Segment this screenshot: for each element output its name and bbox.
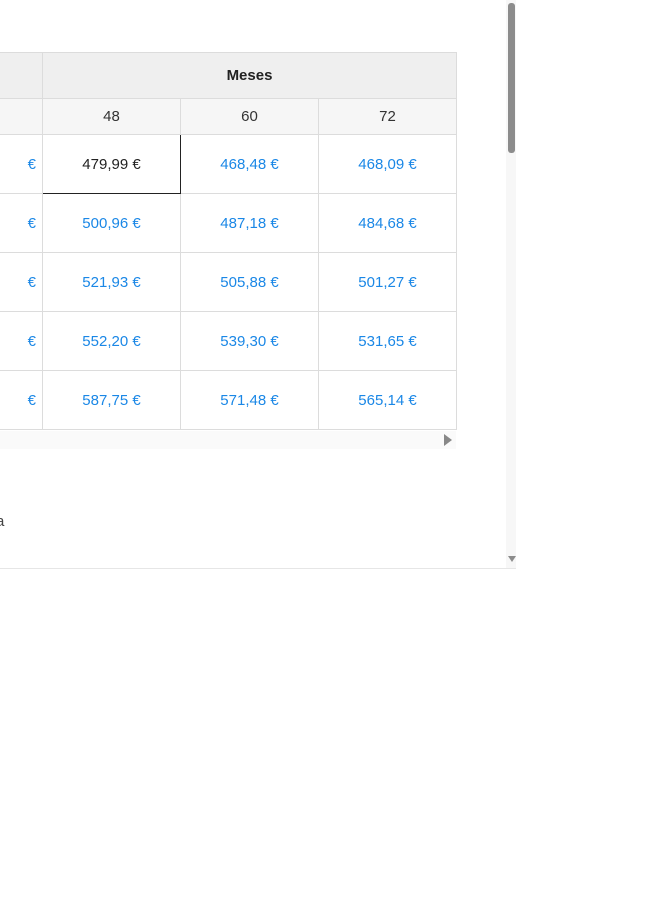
price-cell[interactable]: 531,65 € — [318, 311, 457, 371]
price-cell[interactable]: 505,88 € — [180, 252, 319, 312]
month-header-72: 72 — [318, 98, 457, 135]
price-cell[interactable]: 539,30 € — [180, 311, 319, 371]
note-text: a — [0, 513, 4, 530]
payment-table-container: Meses 48 60 72 € 479,99 € 468,48 € 468,0… — [0, 52, 457, 430]
vertical-scrollbar[interactable] — [506, 0, 516, 568]
cut-cell[interactable]: € — [0, 370, 43, 430]
price-cell[interactable]: 565,14 € — [318, 370, 457, 430]
cut-cell[interactable]: € — [0, 134, 43, 194]
horizontal-scrollbar[interactable] — [0, 431, 456, 449]
price-cell[interactable]: 521,93 € — [42, 252, 181, 312]
price-cell[interactable]: 500,96 € — [42, 193, 181, 253]
cut-cell[interactable]: € — [0, 252, 43, 312]
scrollbar-thumb[interactable] — [508, 3, 515, 153]
table-row: € 521,93 € 505,88 € 501,27 € — [0, 252, 457, 312]
arrow-right-icon[interactable] — [444, 434, 452, 446]
cut-cell[interactable]: € — [0, 193, 43, 253]
price-cell[interactable]: 552,20 € — [42, 311, 181, 371]
price-cell[interactable]: 487,18 € — [180, 193, 319, 253]
price-cell-selected[interactable]: 479,99 € — [42, 134, 181, 194]
table-row: € 479,99 € 468,48 € 468,09 € — [0, 134, 457, 194]
price-cell[interactable]: 501,27 € — [318, 252, 457, 312]
price-cell[interactable]: 571,48 € — [180, 370, 319, 430]
table-row: € 552,20 € 539,30 € 531,65 € — [0, 311, 457, 371]
pricing-panel: Meses 48 60 72 € 479,99 € 468,48 € 468,0… — [0, 0, 516, 569]
price-cell[interactable]: 484,68 € — [318, 193, 457, 253]
table-row: € 587,75 € 571,48 € 565,14 € — [0, 370, 457, 430]
table-row: € 500,96 € 487,18 € 484,68 € — [0, 193, 457, 253]
price-cell[interactable]: 468,48 € — [180, 134, 319, 194]
month-header-60: 60 — [180, 98, 319, 135]
row-header-blank — [0, 52, 43, 99]
price-cell[interactable]: 468,09 € — [318, 134, 457, 194]
months-group-header: Meses — [42, 52, 457, 99]
price-cell[interactable]: 587,75 € — [42, 370, 181, 430]
row-header-blank-2 — [0, 98, 43, 135]
payment-table: Meses 48 60 72 € 479,99 € 468,48 € 468,0… — [0, 52, 457, 430]
arrow-down-icon[interactable] — [508, 556, 516, 562]
cut-cell[interactable]: € — [0, 311, 43, 371]
month-header-48: 48 — [42, 98, 181, 135]
